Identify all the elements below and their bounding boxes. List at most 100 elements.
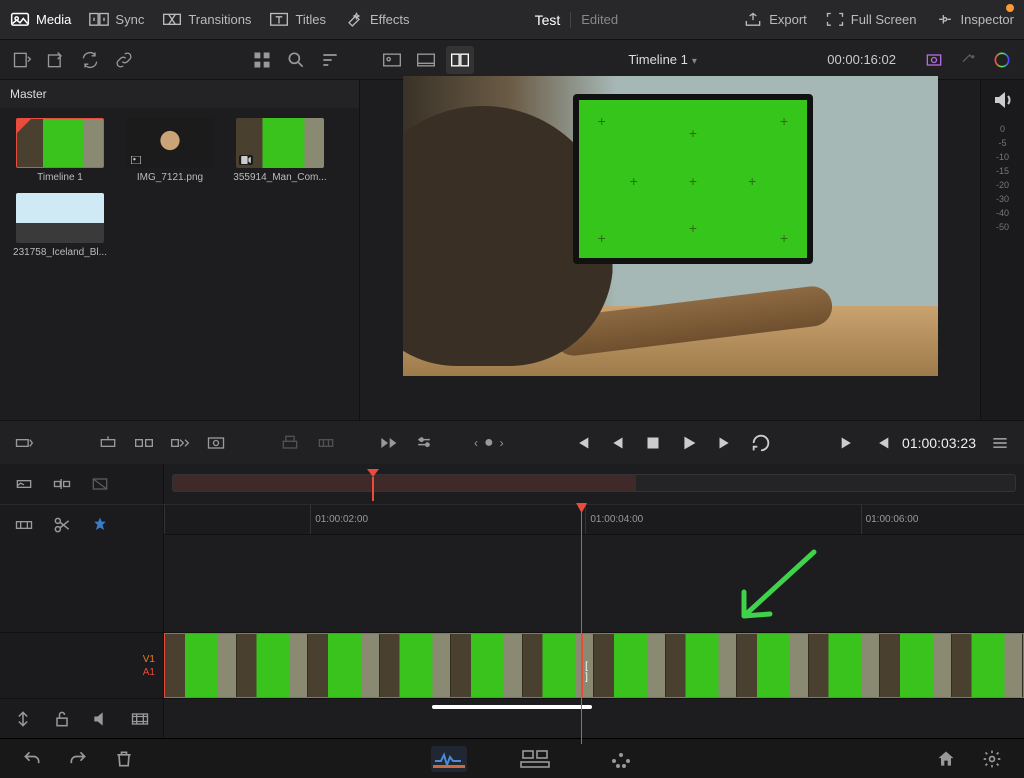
closeup-button[interactable] — [202, 429, 230, 457]
tab-titles[interactable]: Titles — [269, 12, 326, 28]
clip-timeline[interactable]: Timeline 1 — [10, 118, 110, 183]
append-button[interactable] — [130, 429, 158, 457]
ruler-mark: 01:00:02:00 — [310, 505, 585, 534]
titles-icon — [269, 12, 289, 28]
viewer-mode-3[interactable] — [446, 46, 474, 74]
track-label-v1[interactable]: V1 — [143, 654, 155, 665]
timeline-name[interactable]: Timeline 1▾ — [628, 52, 697, 67]
step-back-button[interactable] — [606, 432, 628, 454]
tab-effects[interactable]: Effects — [344, 12, 410, 28]
fullscreen-button[interactable]: Full Screen — [825, 12, 917, 28]
transport-timecode[interactable]: 01:00:03:23 — [902, 435, 976, 451]
delete-button[interactable] — [110, 745, 138, 773]
viewer-frame: + + + + + + + + + — [403, 76, 938, 376]
edit-point[interactable] — [581, 633, 583, 698]
place-on-top-button[interactable] — [276, 429, 304, 457]
image-badge-icon — [129, 155, 143, 165]
sync-bin-button[interactable] — [76, 46, 104, 74]
transitions-icon — [162, 12, 182, 28]
settings-button[interactable] — [978, 745, 1006, 773]
tl-tool-2[interactable] — [48, 470, 76, 498]
video-track-row: V1 A1 — [0, 632, 1024, 698]
search-button[interactable] — [282, 46, 310, 74]
home-indicator[interactable] — [432, 705, 592, 709]
adjust-button[interactable] — [410, 429, 438, 457]
page-color[interactable] — [603, 746, 639, 772]
meter-tick: -5 — [998, 138, 1006, 148]
export-button[interactable]: Export — [743, 12, 807, 28]
secondary-toolbar: Timeline 1▾ 00:00:16:02 — [0, 40, 1024, 80]
clip-video-2[interactable]: 231758_Iceland_Bl... — [10, 193, 110, 258]
mini-playhead[interactable] — [367, 469, 379, 477]
timeline-options-button[interactable] — [986, 429, 1014, 457]
tab-media[interactable]: Media — [10, 12, 71, 28]
play-button[interactable] — [678, 432, 700, 454]
inspector-button[interactable]: Inspector — [935, 12, 1014, 28]
tl-tool-1[interactable] — [10, 470, 38, 498]
redo-button[interactable] — [64, 745, 92, 773]
page-edit[interactable] — [517, 746, 553, 772]
bin-header[interactable]: Master — [0, 80, 359, 108]
viewer-mode-1[interactable] — [378, 46, 406, 74]
sync-icon — [89, 12, 109, 28]
project-status: Edited — [581, 12, 618, 27]
meter-tick: -20 — [996, 180, 1009, 190]
lock-button[interactable] — [49, 705, 76, 733]
track-content[interactable] — [164, 633, 1024, 698]
meter-tick: -50 — [996, 222, 1009, 232]
mini-timeline[interactable] — [172, 474, 1016, 492]
bin-list-button[interactable] — [8, 46, 36, 74]
clip-video-1[interactable]: 355914_Man_Com... — [230, 118, 330, 183]
stop-button[interactable] — [642, 432, 664, 454]
jog-nav[interactable]: ‹●› — [474, 434, 504, 452]
clip-label: Timeline 1 — [10, 172, 110, 183]
tab-transitions[interactable]: Transitions — [162, 12, 251, 28]
undo-button[interactable] — [18, 745, 46, 773]
separator — [570, 12, 571, 28]
sort-button[interactable] — [316, 46, 344, 74]
page-cut[interactable] — [431, 746, 467, 772]
snap-button[interactable] — [86, 511, 114, 539]
link-button[interactable] — [110, 46, 138, 74]
ripple-button[interactable] — [166, 429, 194, 457]
clip-image[interactable]: IMG_7121.png — [120, 118, 220, 183]
ruler-mark: 01:00:04:00 — [585, 505, 860, 534]
timeline-ruler[interactable]: 01:00:02:00 01:00:04:00 01:00:06:00 — [164, 505, 1024, 535]
viewer-mode-2[interactable] — [412, 46, 440, 74]
viewer[interactable]: + + + + + + + + + — [360, 80, 980, 420]
home-button[interactable] — [932, 745, 960, 773]
track-height-button[interactable] — [10, 705, 37, 733]
prev-edit-button[interactable] — [870, 432, 892, 454]
boring-detector-button[interactable] — [10, 511, 38, 539]
speaker-icon[interactable] — [991, 88, 1015, 112]
go-start-button[interactable] — [570, 432, 592, 454]
tab-transitions-label: Transitions — [188, 12, 251, 27]
track-label-a1[interactable]: A1 — [143, 667, 155, 678]
source-overwrite-button[interactable] — [312, 429, 340, 457]
step-fwd-button[interactable] — [714, 432, 736, 454]
loop-button[interactable] — [750, 432, 772, 454]
video-badge-icon — [239, 155, 253, 165]
color-wheel-button[interactable] — [988, 46, 1016, 74]
tab-sync[interactable]: Sync — [89, 12, 144, 28]
effects-icon — [344, 12, 364, 28]
annotation-arrow — [714, 544, 834, 632]
timeline-clip[interactable] — [164, 633, 1024, 698]
mute-button[interactable] — [88, 705, 115, 733]
tab-media-label: Media — [36, 12, 71, 27]
insert-tool-1[interactable] — [10, 429, 38, 457]
split-button[interactable] — [48, 511, 76, 539]
viewer-timecode[interactable]: 00:00:16:02 — [827, 52, 896, 67]
smart-insert-button[interactable] — [94, 429, 122, 457]
tl-tool-3[interactable] — [86, 470, 114, 498]
filmstrip-button[interactable] — [126, 705, 153, 733]
unsaved-indicator — [1006, 4, 1014, 12]
fast-review-button[interactable] — [374, 429, 402, 457]
transport-bar: ‹●› 01:00:03:23 — [0, 420, 1024, 464]
effects-overlay-button[interactable] — [954, 46, 982, 74]
meter-tick: -10 — [996, 152, 1009, 162]
grid-view-button[interactable] — [248, 46, 276, 74]
go-end-button[interactable] — [838, 432, 860, 454]
import-button[interactable] — [42, 46, 70, 74]
bypass-fx-button[interactable] — [920, 46, 948, 74]
